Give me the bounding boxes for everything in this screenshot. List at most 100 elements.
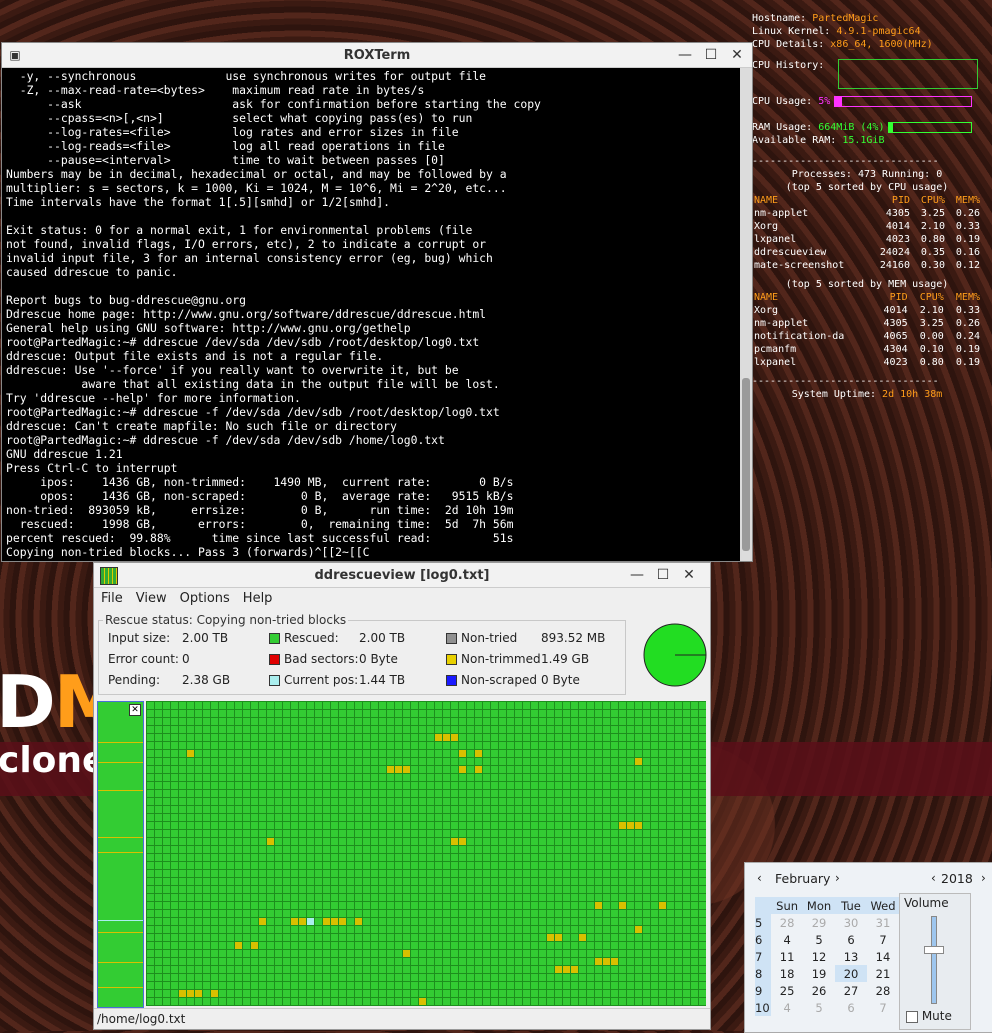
- ddrescueview-titlebar[interactable]: ddrescueview [log0.txt] — ☐ ✕: [94, 563, 710, 588]
- nontried-legend: Non-tried: [446, 631, 517, 645]
- divider: -------------------------------: [752, 156, 939, 167]
- overview-strip[interactable]: ✕: [97, 701, 144, 1008]
- year-label: 2018: [941, 871, 973, 886]
- ram-usage-value: 664MiB (4%): [818, 122, 885, 133]
- calendar-panel: ‹ February › ‹ 2018 › Sun Mon Tue Wed 5 28 29…: [744, 862, 992, 1033]
- terminal-line: Time intervals have the format 1[.5][smh…: [6, 195, 391, 209]
- window-title: ddrescueview [log0.txt]: [314, 568, 490, 583]
- rescue-pie-chart: [643, 623, 707, 687]
- rescue-status-legend: Rescue status: Copying non-tried blocks: [105, 613, 347, 627]
- nontrimmed-block: [563, 966, 570, 973]
- close-strip-icon[interactable]: ✕: [129, 704, 141, 716]
- nonscraped-value: 0 Byte: [541, 673, 580, 687]
- nontrimmed-block: [579, 934, 586, 941]
- current-position-block: [307, 918, 314, 925]
- next-year-button[interactable]: ›: [981, 871, 986, 885]
- terminal-line: General help using GNU software: http://…: [6, 321, 411, 335]
- mute-row: Mute: [906, 1009, 952, 1023]
- scrollbar-thumb[interactable]: [742, 378, 750, 551]
- nontrimmed-block: [435, 734, 442, 741]
- wallpaper-logo-subtitle: clone: [0, 740, 107, 781]
- mem-sort-title: (top 5 sorted by MEM usage): [785, 279, 949, 290]
- cpu-history-row: CPU History:: [752, 59, 982, 89]
- table-row: mate-screenshot 24160 0.30 0.12: [754, 260, 980, 271]
- nontrimmed-block: [403, 766, 410, 773]
- close-button[interactable]: ✕: [680, 566, 698, 584]
- terminal-line: invalid input file, 3 for an internal co…: [6, 251, 493, 265]
- maximize-button[interactable]: ☐: [654, 566, 672, 584]
- terminal-line: non-tried: 893059 kB, errsize: 0 B, run …: [6, 503, 514, 517]
- menu-options[interactable]: Options: [173, 588, 236, 606]
- calendar-week: 10 4 5 6 7: [755, 999, 887, 1016]
- input-size-value: 2.00 TB: [182, 631, 229, 645]
- nontrimmed-block: [635, 926, 642, 933]
- prev-month-button[interactable]: ‹: [757, 871, 762, 885]
- menu-view[interactable]: View: [129, 588, 173, 606]
- maximize-button[interactable]: ☐: [702, 46, 720, 64]
- nontrimmed-block: [547, 934, 554, 941]
- nontrimmed-block: [211, 990, 218, 997]
- table-row: lxpanel 4023 0.80 0.19: [754, 234, 980, 245]
- roxterm-titlebar[interactable]: ▣ ROXTerm — ☐ ✕: [2, 43, 752, 68]
- rescued-swatch: [269, 633, 280, 644]
- nontrimmed-block: [395, 766, 402, 773]
- nontrimmed-block: [451, 838, 458, 845]
- table-row: nm-applet 4305 3.25 0.26: [754, 208, 980, 219]
- terminal-line: aware that all existing data in the outp…: [6, 377, 500, 391]
- menu-help[interactable]: Help: [236, 588, 279, 606]
- minimize-button[interactable]: —: [628, 566, 646, 584]
- table-row: Xorg 4014 2.10 0.33: [754, 221, 980, 232]
- terminal-line: ipos: 1436 GB, non-trimmed: 1490 MB, cur…: [6, 475, 514, 489]
- terminal-scrollbar[interactable]: [740, 68, 752, 561]
- mute-checkbox[interactable]: [906, 1010, 918, 1023]
- volume-slider-handle[interactable]: [924, 946, 944, 954]
- nontrimmed-block: [459, 750, 466, 757]
- ram-usage-row: RAM Usage: 664MiB (4%): [752, 121, 982, 134]
- volume-slider-track[interactable]: [931, 916, 937, 1004]
- cpu-history-graph: [838, 59, 978, 89]
- terminal-output[interactable]: -y, --synchronous use synchronous writes…: [6, 69, 736, 559]
- block-map-grid[interactable]: [146, 701, 706, 1006]
- ram-usage-bar: [888, 122, 973, 133]
- uptime-row: System Uptime: 2d 10h 38m: [791, 389, 943, 400]
- nontrimmed-block: [595, 902, 602, 909]
- terminal-line: Numbers may be in decimal, hexadecimal o…: [6, 167, 507, 181]
- next-month-button[interactable]: ›: [835, 871, 840, 885]
- terminal-line: multiplier: s = sectors, k = 1000, Ki = …: [6, 181, 507, 195]
- bad-sectors-value: 0 Byte: [359, 652, 398, 666]
- calendar-week: 64567: [755, 931, 887, 948]
- nontrimmed-swatch: [446, 654, 457, 665]
- nontrimmed-block: [299, 918, 306, 925]
- today-cell[interactable]: 20: [835, 965, 867, 982]
- prev-year-button[interactable]: ‹: [931, 871, 936, 885]
- terminal-line: Copying non-tried blocks... Pass 3 (forw…: [6, 545, 370, 559]
- rescued-legend: Rescued:: [269, 631, 339, 645]
- terminal-line: ddrescue: Can't create mapfile: No such …: [6, 419, 397, 433]
- window-title: ROXTerm: [343, 48, 411, 63]
- menu-bar: File View Options Help: [94, 588, 710, 610]
- terminal-line: caused ddrescue to panic.: [6, 265, 178, 279]
- terminal-line: --pause=<interval> time to wait between …: [6, 153, 445, 167]
- nontrimmed-block: [459, 838, 466, 845]
- terminal-line: ddrescue: Output file exists and is not …: [6, 349, 384, 363]
- pending-value: 2.38 GB: [182, 673, 231, 687]
- calendar-week: 8 18 19 20 21: [755, 965, 891, 982]
- mem-process-table: NAME PID CPU% MEM% Xorg 4014 2.10 0.33 nm-appl…: [752, 291, 982, 369]
- nontrimmed-block: [619, 902, 626, 909]
- terminal-line: not found, invalid flags, I/O errors, et…: [6, 237, 487, 251]
- close-button[interactable]: ✕: [728, 46, 746, 64]
- terminal-line: -y, --synchronous use synchronous writes…: [6, 69, 487, 83]
- terminal-line: Try 'ddrescue --help' for more informati…: [6, 391, 301, 405]
- minimize-button[interactable]: —: [676, 46, 694, 64]
- current-pos-legend: Current pos:: [269, 673, 358, 687]
- kernel-row: Linux Kernel: 4.9.1-pmagic64: [752, 26, 921, 37]
- error-count-label: Error count:: [108, 652, 179, 666]
- menu-file[interactable]: File: [94, 588, 129, 606]
- terminal-line: percent rescued: 99.88% time since last …: [6, 531, 514, 545]
- nontrimmed-block: [635, 758, 642, 765]
- nontrimmed-block: [627, 822, 634, 829]
- divider: -------------------------------: [752, 376, 939, 387]
- nontrimmed-block: [419, 998, 426, 1005]
